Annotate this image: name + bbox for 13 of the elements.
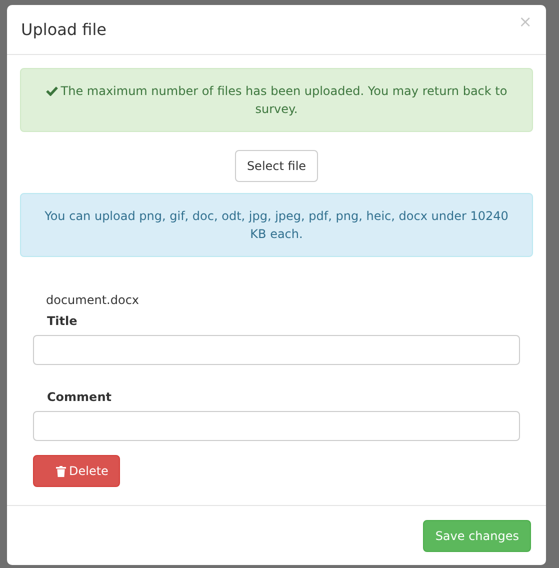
field-label: Title bbox=[46, 313, 78, 330]
trash-icon bbox=[56, 466, 66, 476]
dialog-title: Upload file bbox=[21, 18, 107, 40]
file-name: document.docx bbox=[45, 292, 140, 309]
info-alert: You can upload png, gif, doc, odt, jpg, jpeg, pdf, png, heic, docx under 10240 KB each. bbox=[20, 193, 533, 257]
input-field[interactable] bbox=[33, 335, 520, 365]
field-label: Comment bbox=[46, 389, 112, 406]
success-message: The maximum number of files has been uploaded. You may return back to survey. bbox=[60, 84, 508, 116]
check-icon bbox=[46, 86, 58, 96]
delete-button[interactable]: Delete bbox=[33, 455, 120, 487]
save-changes-button[interactable]: Save changes bbox=[423, 520, 531, 552]
input-field[interactable] bbox=[33, 411, 520, 441]
select-file-button[interactable]: Select file bbox=[234, 150, 318, 182]
